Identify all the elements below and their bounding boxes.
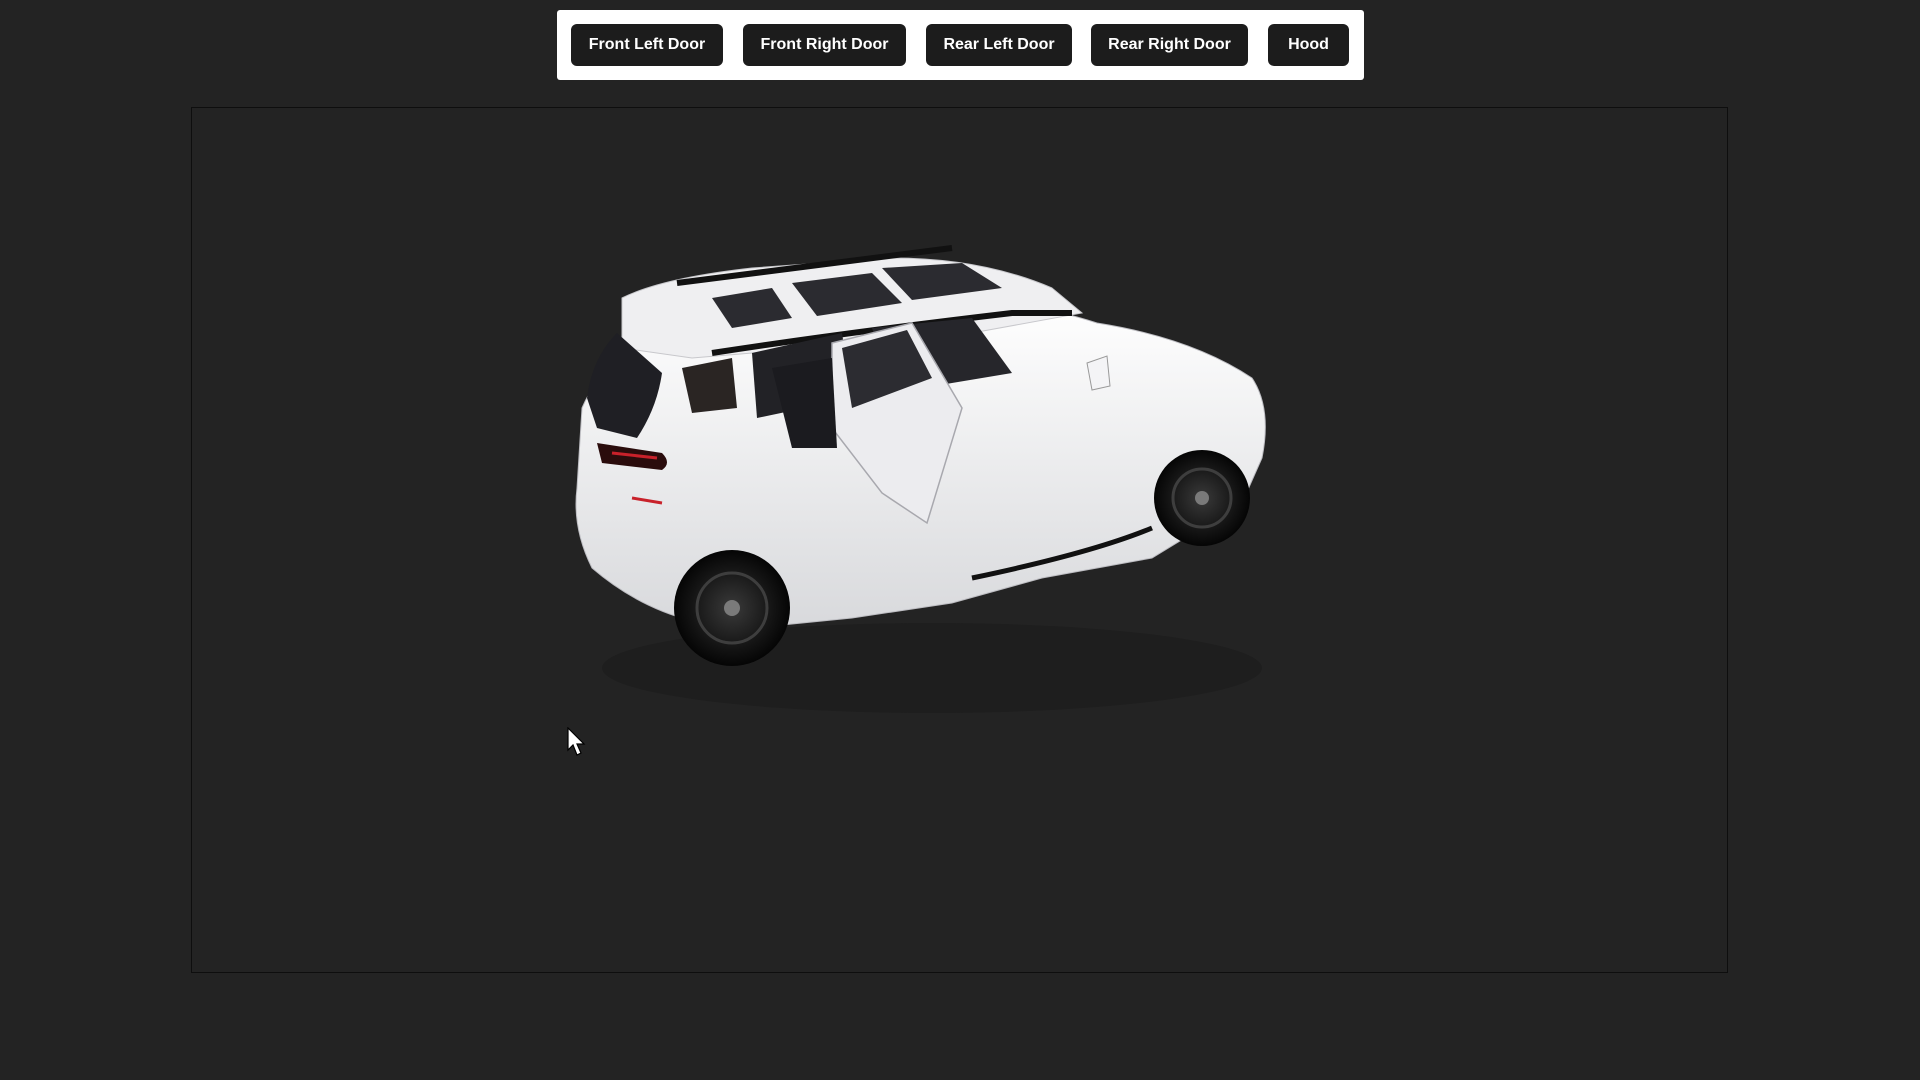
door-control-toolbar: Front Left Door Front Right Door Rear Le… bbox=[557, 10, 1364, 80]
suv-model-icon[interactable] bbox=[192, 108, 1729, 974]
front-right-door-button[interactable]: Front Right Door bbox=[743, 24, 906, 66]
rear-left-door-button[interactable]: Rear Left Door bbox=[926, 24, 1072, 66]
3d-viewer-canvas[interactable] bbox=[191, 107, 1728, 973]
front-left-door-button[interactable]: Front Left Door bbox=[571, 24, 723, 66]
rear-right-door-button[interactable]: Rear Right Door bbox=[1091, 24, 1248, 66]
hood-button[interactable]: Hood bbox=[1268, 24, 1349, 66]
mouse-cursor-icon bbox=[567, 727, 586, 756]
